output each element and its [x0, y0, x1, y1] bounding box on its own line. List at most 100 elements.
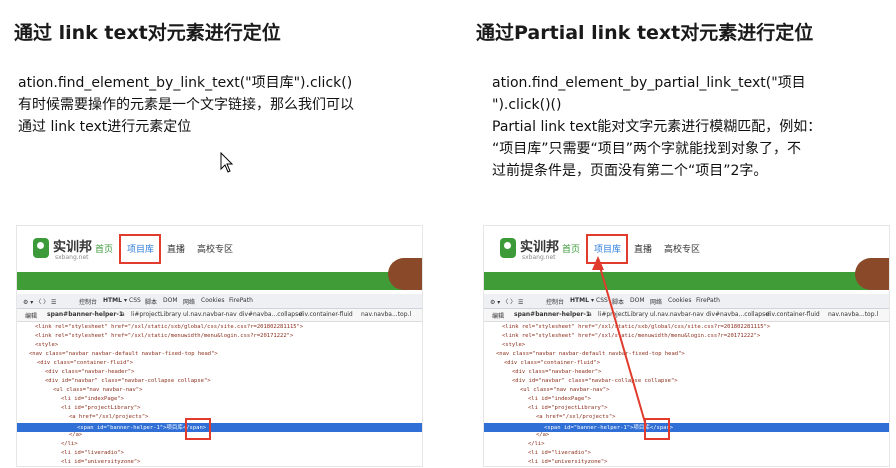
breadcrumb-item[interactable]: span#banner-helper-1 [47, 311, 123, 318]
right-desc-line-1: Partial link text能对文字元素进行模糊匹配，例如： [492, 119, 822, 135]
devtools-tab[interactable]: CSS [129, 297, 141, 304]
highlight-box-nav [586, 234, 628, 264]
nav-campus[interactable]: 高校专区 [664, 242, 700, 255]
tree-line[interactable]: <li id="projectLibrary"> [61, 405, 140, 411]
tree-line[interactable]: <div class="navbar-header"> [512, 369, 601, 375]
devtools-tab[interactable]: 脚本 [145, 297, 157, 306]
left-desc-line-1: 有时候需要操作的元素是一个文字链接，那么我们可以 [18, 97, 354, 113]
breadcrumb-item[interactable]: li#projectLibrary [598, 311, 648, 318]
tree-line[interactable]: <a href="/sxl/projects"> [536, 414, 615, 420]
site-header: 实训邦 sxbang.net 首页 项目库 直播 高校专区 [484, 226, 889, 272]
breadcrumb-item[interactable]: 编辑 [492, 311, 504, 320]
devtools-tab[interactable]: HTML ▾ [570, 297, 594, 304]
site-logo-sub: sxbang.net [522, 254, 556, 261]
tree-line[interactable]: <ul class="nav navbar-nav"> [53, 387, 142, 393]
breadcrumb-item[interactable]: li#projectLibrary [131, 311, 181, 318]
breadcrumb-item[interactable]: div.container-fluid [766, 311, 820, 318]
site-logo-sub: sxbang.net [55, 254, 89, 261]
tree-line[interactable]: <a href="/sxl/projects"> [69, 414, 148, 420]
nav-home[interactable]: 首页 [95, 242, 113, 255]
banner-figure [855, 258, 889, 290]
tree-line[interactable]: <div id="navbar" class="navbar-collapse … [45, 378, 211, 384]
tree-line[interactable]: </a> [69, 432, 82, 438]
tree-line[interactable]: <link rel="stylesheet" href="/sxl/static… [35, 333, 293, 339]
green-banner [484, 272, 889, 290]
breadcrumb-item[interactable]: 编辑 [25, 311, 37, 320]
right-body: ation.find_element_by_partial_link_text(… [492, 72, 892, 182]
breadcrumb-item[interactable]: span#banner-helper-1 [514, 311, 590, 318]
tree-line[interactable]: <style> [502, 342, 525, 348]
tree-line[interactable]: <nav class="navbar navbar-default navbar… [29, 351, 218, 357]
mouse-cursor-icon [220, 152, 234, 173]
devtools-tab[interactable]: 网络 [183, 297, 195, 306]
breadcrumb-item[interactable]: div#navba...collapse [239, 311, 302, 318]
tree-line[interactable]: </li> [528, 441, 545, 447]
right-desc-line-3: 过前提条件是，页面没有第二个“项目”2字。 [492, 163, 768, 179]
tree-line[interactable]: <li id="projectLibrary"> [528, 405, 607, 411]
tree-line[interactable]: <ul class="nav navbar-nav"> [520, 387, 609, 393]
devtools-tab[interactable]: FirePath [229, 297, 253, 304]
devtools-toolbar: ⚙ ▾ 〈 〉 ☰ 控制台 HTML ▾ CSS 脚本 DOM 网络 Cooki… [484, 294, 889, 309]
devtools-tab[interactable]: Cookies [201, 297, 225, 304]
right-title: 通过Partial link text对元素进行定位 [476, 22, 814, 44]
devtools-tab[interactable]: DOM [630, 297, 645, 304]
left-screenshot: 实训邦 sxbang.net 首页 项目库 直播 高校专区 ⚙ ▾ 〈 〉 ☰ … [16, 225, 423, 467]
tree-line[interactable]: <li id="universityzone"> [528, 459, 607, 465]
breadcrumb-item[interactable]: nav.navba...top.l [361, 311, 411, 318]
devtools-tab[interactable]: CSS [596, 297, 608, 304]
tree-line[interactable]: <li id="indexPage"> [528, 396, 591, 402]
nav-live[interactable]: 直播 [167, 242, 185, 255]
tree-line[interactable]: <div class="container-fluid"> [37, 360, 133, 366]
breadcrumb-item[interactable]: a [121, 311, 125, 318]
tree-line-selected[interactable]: <span id="banner-helper-1">项目库</span> [484, 423, 889, 432]
nav-campus[interactable]: 高校专区 [197, 242, 233, 255]
highlight-box-nav [119, 234, 161, 264]
tree-line[interactable]: <li id="liveradio"> [528, 450, 591, 456]
breadcrumb-item[interactable]: a [588, 311, 592, 318]
tree-line[interactable]: </li> [61, 441, 78, 447]
tree-line[interactable]: <link rel="stylesheet" href="/sxl/static… [502, 333, 760, 339]
breadcrumb: 编辑 span#banner-helper-1 a li#projectLibr… [17, 309, 422, 322]
left-code-line: ation.find_element_by_link_text("项目库").c… [18, 75, 353, 91]
tree-line[interactable]: <div id="navbar" class="navbar-collapse … [512, 378, 678, 384]
tree-line[interactable]: <li id="indexPage"> [61, 396, 124, 402]
breadcrumb-item[interactable]: div.container-fluid [299, 311, 353, 318]
left-desc-line-2: 通过 link text进行元素定位 [18, 119, 192, 135]
tree-line[interactable]: <div class="navbar-header"> [45, 369, 134, 375]
tree-line[interactable]: <li id="universityzone"> [61, 459, 140, 465]
breadcrumb-item[interactable]: ul.nav.navbar-nav [650, 311, 704, 318]
devtools-tab[interactable]: 控制台 [79, 297, 97, 306]
devtools-tab[interactable]: HTML ▾ [103, 297, 127, 304]
nav-live[interactable]: 直播 [634, 242, 652, 255]
right-screenshot: 实训邦 sxbang.net 首页 项目库 直播 高校专区 ⚙ ▾ 〈 〉 ☰ … [483, 225, 890, 467]
devtools-toolbar: ⚙ ▾ 〈 〉 ☰ 控制台 HTML ▾ CSS 脚本 DOM 网络 Cooki… [17, 294, 422, 309]
tree-line[interactable]: <link rel="stylesheet" href="/sxl/static… [502, 324, 770, 330]
html-tree: <link rel="stylesheet" href="/sxl/static… [484, 322, 889, 466]
devtools-tab[interactable]: DOM [163, 297, 178, 304]
devtools-tab[interactable]: 网络 [650, 297, 662, 306]
breadcrumb-item[interactable]: div#navba...collapse [706, 311, 769, 318]
devtools-icons: ⚙ ▾ 〈 〉 ☰ [490, 299, 524, 306]
site-logo: 实训邦 [520, 240, 560, 255]
devtools-tab[interactable]: Cookies [668, 297, 692, 304]
devtools-tab[interactable]: FirePath [696, 297, 720, 304]
tree-line[interactable]: </a> [536, 432, 549, 438]
site-logo: 实训邦 [53, 240, 93, 255]
devtools-tab[interactable]: 控制台 [546, 297, 564, 306]
logo-icon [33, 238, 49, 258]
tree-line[interactable]: <link rel="stylesheet" href="/sxl/static… [35, 324, 303, 330]
tree-line[interactable]: <li id="liveradio"> [61, 450, 124, 456]
highlight-box-code [644, 418, 670, 440]
devtools-icons: ⚙ ▾ 〈 〉 ☰ [23, 299, 57, 306]
banner-figure [388, 258, 422, 290]
tree-line[interactable]: <nav class="navbar navbar-default navbar… [496, 351, 685, 357]
breadcrumb-item[interactable]: nav.navba...top.l [828, 311, 878, 318]
right-code-line-1: ation.find_element_by_partial_link_text(… [492, 75, 806, 91]
devtools-tab[interactable]: 脚本 [612, 297, 624, 306]
nav-home[interactable]: 首页 [562, 242, 580, 255]
tree-line[interactable]: <style> [35, 342, 58, 348]
tree-line-selected[interactable]: <span id="banner-helper-1">项目库</span> [17, 423, 422, 432]
tree-line[interactable]: <div class="container-fluid"> [504, 360, 600, 366]
breadcrumb-item[interactable]: ul.nav.navbar-nav [183, 311, 237, 318]
left-title: 通过 link text对元素进行定位 [14, 22, 281, 44]
